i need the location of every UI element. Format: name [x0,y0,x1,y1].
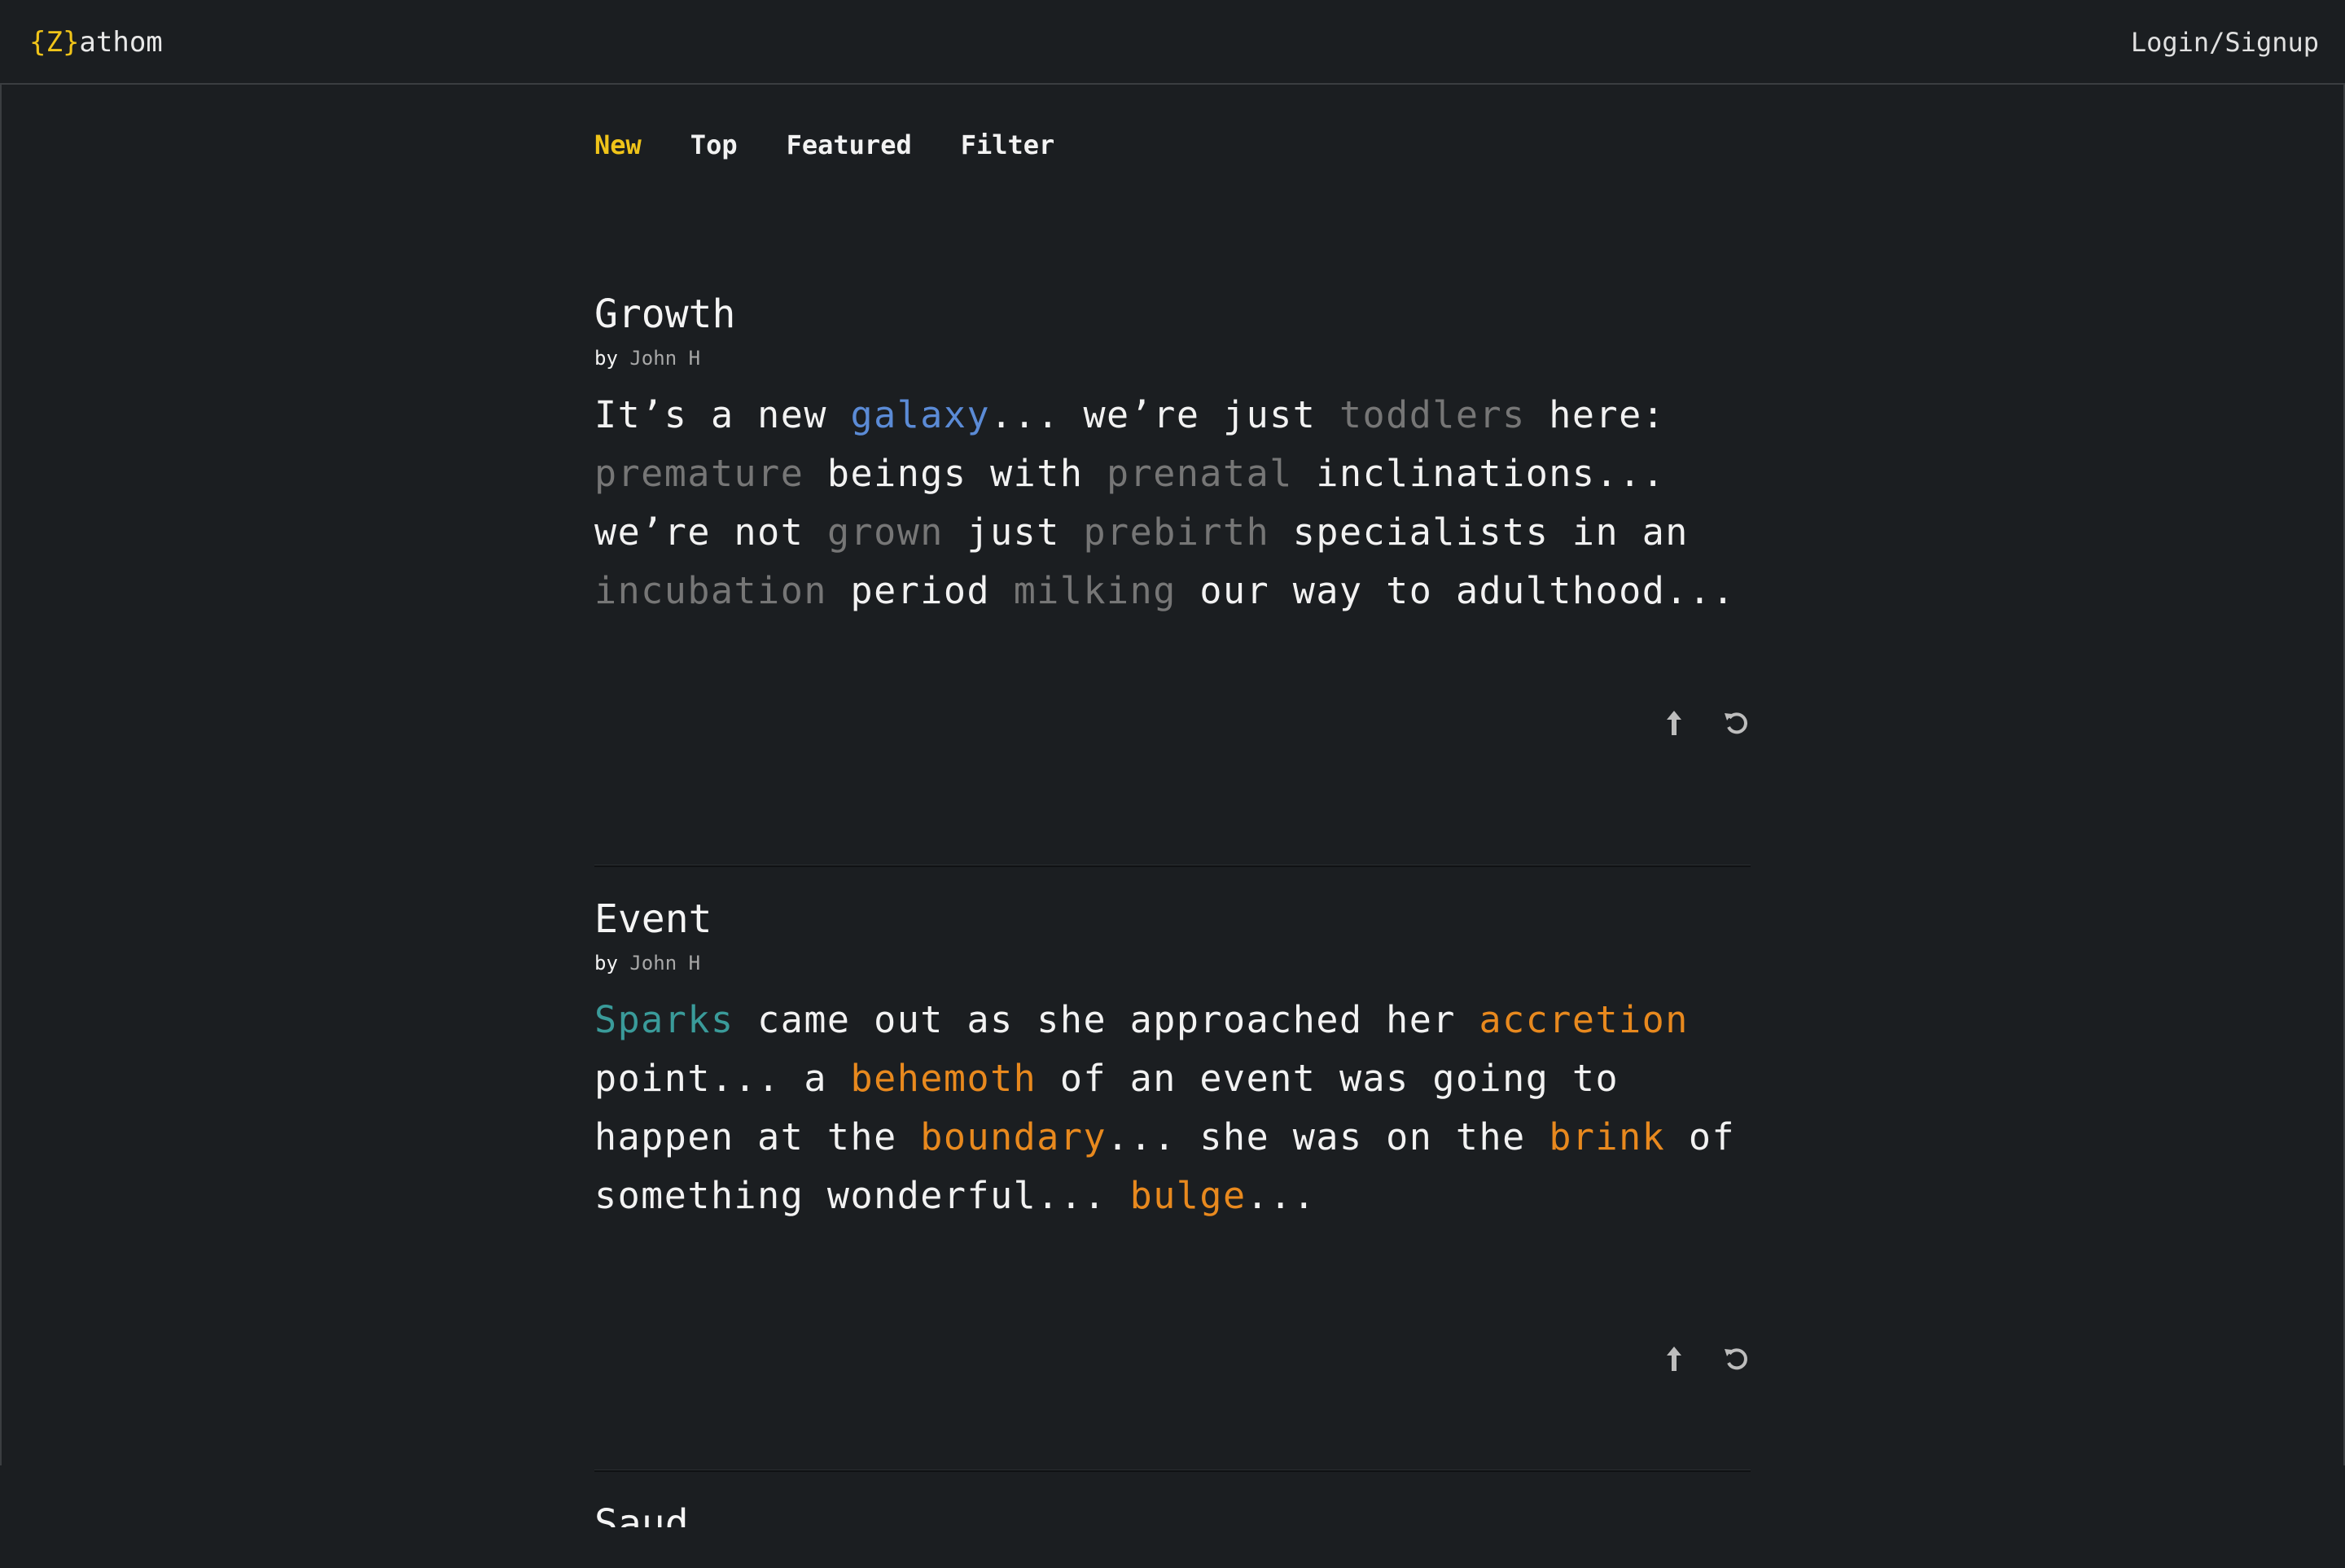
poem-text: ... [1246,1174,1317,1217]
post-body: Sparks came out as she approached her ac… [594,991,1751,1225]
logo-text: athom [79,26,163,59]
upvote-icon[interactable] [1659,708,1689,738]
poem-text: our way to adulthood... [1176,569,1736,612]
post: Event by John H Sparks came out as she a… [594,898,1751,1472]
highlighted-word: accretion [1479,998,1689,1041]
tab-new[interactable]: New [594,129,642,161]
highlighted-word: premature [594,452,804,495]
tab-filter[interactable]: Filter [961,129,1055,161]
refresh-icon[interactable] [1721,1344,1751,1373]
highlighted-word: brink [1549,1115,1666,1158]
feed-tabs: New Top Featured Filter [594,129,1054,161]
highlighted-word: boundary [920,1115,1107,1158]
post-title[interactable]: Growth [594,293,1751,335]
post-title[interactable]: Event [594,898,1751,940]
highlighted-word: incubation [594,569,827,612]
post-divider [594,865,1751,867]
post-body: It’s a new galaxy... we’re just toddlers… [594,386,1751,620]
highlighted-word: behemoth [850,1057,1037,1100]
refresh-icon[interactable] [1721,708,1751,738]
poem-text: specialists in an [1269,510,1689,554]
poem-text: point... a [594,1057,851,1100]
poem-text: beings with [804,452,1107,495]
author-link[interactable]: John H [629,952,700,975]
post: Saud [594,1503,1751,1568]
byline: by John H [594,952,1751,975]
highlighted-word: toddlers [1339,393,1526,436]
byline-prefix: by [594,952,618,975]
poem-text: It’s a new [594,393,851,436]
poem-text: period [826,569,1014,612]
poem-text: ... we’re just [990,393,1339,436]
post: Growth by John H It’s a new galaxy... we… [594,293,1751,867]
post-title[interactable]: Saud [594,1503,1751,1527]
poem-text: here: [1525,393,1666,436]
highlighted-word: milking [1013,569,1177,612]
top-bar: {Z}athom Login/Signup [0,0,2345,85]
highlighted-word: galaxy [850,393,991,436]
logo[interactable]: {Z}athom [29,26,163,59]
post-divider [594,1469,1751,1472]
author-link[interactable]: John H [629,347,700,370]
post-actions [1659,1344,1751,1373]
post-actions [1659,708,1751,738]
byline: by John H [594,347,1751,370]
highlighted-word: prenatal [1107,452,1293,495]
tab-featured[interactable]: Featured [787,129,912,161]
highlighted-word: prebirth [1083,510,1270,554]
poem-text: came out as she approached her [734,998,1479,1041]
highlighted-word: Sparks [594,998,734,1041]
login-signup-link[interactable]: Login/Signup [2131,26,2319,59]
logo-brace: {Z} [29,26,80,59]
poem-text: just [943,510,1084,554]
tab-top[interactable]: Top [690,129,738,161]
highlighted-word: grown [826,510,944,554]
upvote-icon[interactable] [1659,1344,1689,1373]
highlighted-word: bulge [1129,1174,1247,1217]
poem-text: ... she was on the [1107,1115,1549,1158]
post-feed: Growth by John H It’s a new galaxy... we… [594,293,1751,1568]
byline-prefix: by [594,347,618,370]
